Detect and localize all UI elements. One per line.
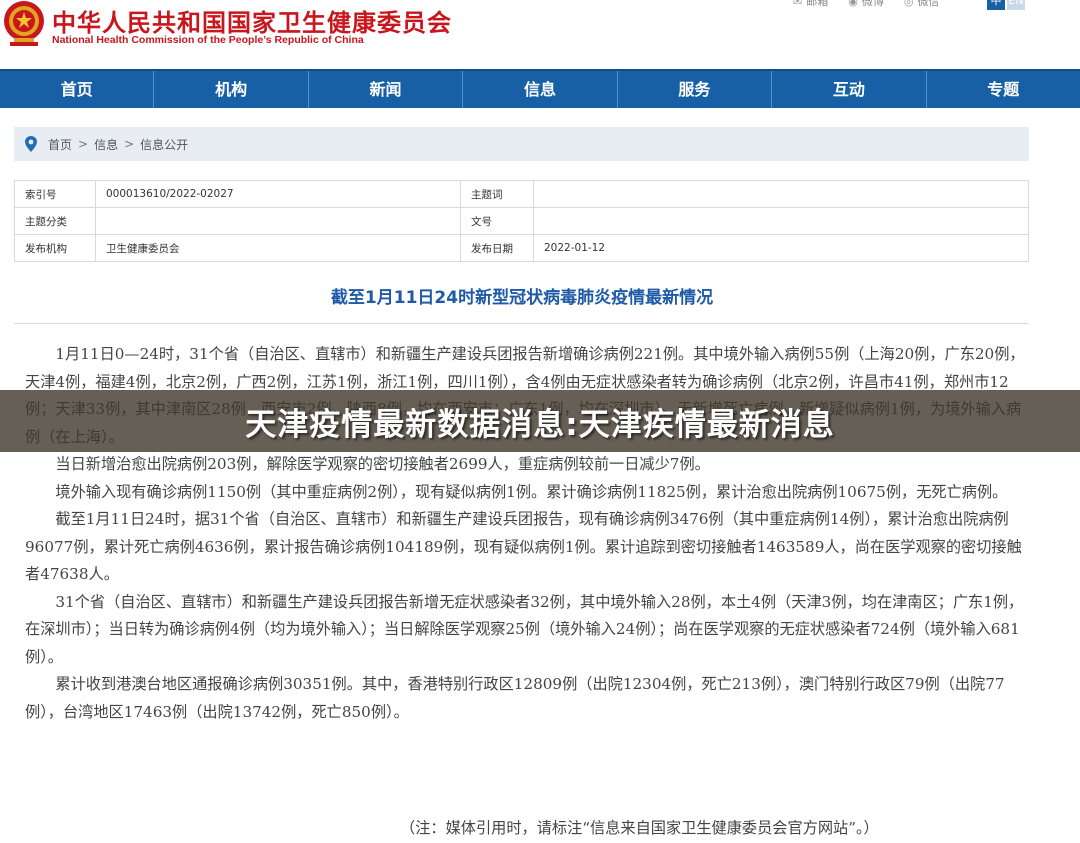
lang-cn-button[interactable]: 中 [987,0,1005,10]
table-row: 发布机构 卫生健康委员会 发布日期 2022-01-12 [14,234,1029,262]
table-row: 主题分类 文号 [14,207,1029,235]
index-value: 000013610/2022-02027 [95,180,461,208]
article-title: 截至1月11日24时新型冠状病毒肺炎疫情最新情况 [330,288,714,308]
publisher-value: 卫生健康委员会 [95,234,461,262]
mail-label: 邮箱 [806,0,829,8]
category-label: 主题分类 [14,207,96,235]
divider [14,323,1029,324]
lang-en-button[interactable]: EN [1007,0,1025,10]
wechat-label: 微信 [917,0,940,8]
mail-icon: ✉ [793,0,803,8]
breadcrumb: 首页 > 信息 > 信息公开 [14,127,1029,161]
banner-title: 天津疫情最新数据消息:天津疾情最新消息 [245,406,835,443]
breadcrumb-home[interactable]: 首页 [48,136,72,153]
article-paragraph: 31个省（自治区、直辖市）和新疆生产建设兵团报告新增无症状感染者32例，其中境外… [25,592,1024,666]
main-nav: 首页 机构 新闻 信息 服务 互动 专题 [0,69,1080,108]
wechat-link[interactable]: ◎ 微信 [904,0,940,8]
headline-banner: 天津疫情最新数据消息:天津疾情最新消息 [0,390,1080,452]
category-value [95,207,461,235]
nav-item-home[interactable]: 首页 [0,71,155,108]
national-emblem-icon[interactable] [2,0,46,48]
citation-note: （注：媒体引用时，请标注“信息来自国家卫生健康委员会官方网站”。） [400,819,879,837]
weibo-label: 微博 [861,0,884,8]
index-label: 索引号 [14,180,96,208]
keywords-value [533,180,1029,208]
share-links: ✉ 邮箱 ◉ 微博 ◎ 微信 [793,0,939,8]
document-meta-table: 索引号 000013610/2022-02027 主题词 主题分类 文号 发布机… [14,180,1029,262]
weibo-link[interactable]: ◉ 微博 [848,0,884,8]
breadcrumb-information[interactable]: 信息 [94,136,118,153]
nav-item-news[interactable]: 新闻 [309,71,464,108]
breadcrumb-separator: > [78,137,89,151]
language-switch: 中 EN [987,0,1025,10]
publisher-label: 发布机构 [14,234,96,262]
doc-number-label: 文号 [460,207,534,235]
article-paragraph: 境外输入现有确诊病例1150例（其中重症病例2例），现有疑似病例1例。累计确诊病… [55,482,1008,501]
doc-number-value [533,207,1029,235]
breadcrumb-separator: > [124,137,135,151]
location-pin-icon [25,136,37,152]
nav-item-topics[interactable]: 专题 [927,71,1080,108]
nav-item-services[interactable]: 服务 [618,71,773,108]
site-header: 中华人民共和国国家卫生健康委员会 National Health Commiss… [0,0,1080,69]
site-title[interactable]: 中华人民共和国国家卫生健康委员会 [52,3,452,38]
article-paragraph: 累计收到港澳台地区通报确诊病例30351例。其中，香港特别行政区12809例（出… [25,675,1005,721]
nav-item-organization[interactable]: 机构 [154,71,309,108]
nav-item-interaction[interactable]: 互动 [772,71,927,108]
wechat-icon: ◎ [903,0,914,8]
weibo-icon: ◉ [848,0,858,8]
publish-date-value: 2022-01-12 [533,234,1029,262]
keywords-label: 主题词 [460,180,534,208]
article-paragraph: 截至1月11日24时，据31个省（自治区、直辖市）和新疆生产建设兵团报告，现有确… [25,510,1022,583]
article-paragraph: 当日新增治愈出院病例203例，解除医学观察的密切接触者2699人，重症病例较前一… [55,455,710,473]
breadcrumb-disclosure[interactable]: 信息公开 [140,136,188,153]
publish-date-label: 发布日期 [460,234,534,262]
table-row: 索引号 000013610/2022-02027 主题词 [14,180,1029,208]
nav-item-information[interactable]: 信息 [463,71,618,108]
site-subtitle-en: National Health Commission of the People… [52,34,364,46]
mail-link[interactable]: ✉ 邮箱 [793,0,828,8]
